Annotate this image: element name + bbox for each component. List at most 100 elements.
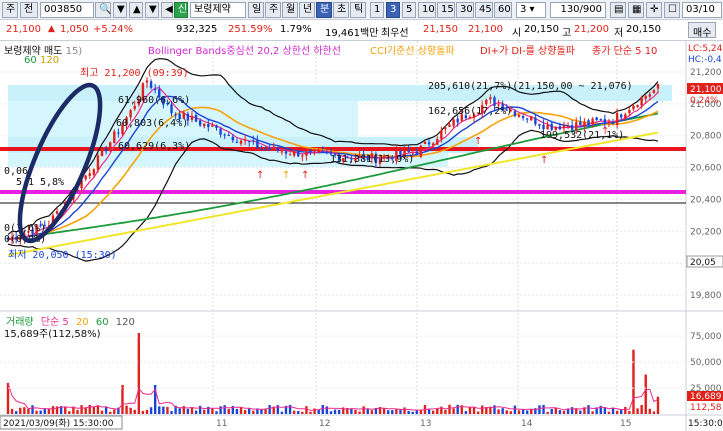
candle-body (448, 124, 451, 127)
candle-body (636, 105, 639, 107)
expand-down-icon[interactable]: ▼ (113, 2, 127, 18)
volume-bar (186, 408, 190, 414)
candle-body (542, 124, 545, 130)
hc-label: HC:-0,4 (688, 55, 722, 65)
cursor-icon[interactable]: ✛ (646, 2, 662, 18)
interval-5[interactable]: 5 (402, 2, 416, 18)
volume-bar (235, 408, 239, 414)
grid-icon[interactable]: ▦ (628, 2, 644, 18)
profile-label: 162,656(17,2%) (428, 106, 512, 117)
candle-body (231, 136, 235, 141)
stock-name-field[interactable]: 보령제약 (190, 2, 246, 18)
settings-icon[interactable]: ▤ (610, 2, 626, 18)
volume-bar (125, 405, 128, 414)
chevron-down-icon[interactable]: ▼ (145, 2, 159, 18)
open-label: 시 (512, 28, 522, 39)
candle-body (550, 123, 553, 130)
period-day[interactable]: 일 (248, 2, 264, 18)
profile-label: 60,629(6,3%) (118, 141, 190, 152)
day-tick-label: 12 (319, 419, 330, 429)
volume-bar (39, 410, 42, 414)
volume-bar (624, 406, 627, 414)
candle-body (129, 110, 132, 118)
current-price: 21,100 (6, 24, 41, 35)
volume-bar (92, 407, 96, 414)
volume-bar (362, 406, 365, 414)
interval-60[interactable]: 60 (494, 2, 512, 18)
item-type-dropdown[interactable]: 주 (2, 2, 18, 18)
volume-bar (292, 410, 296, 414)
period-second[interactable]: 초 (333, 2, 349, 18)
volume-bar (493, 405, 496, 414)
day-tick-label: 11 (216, 419, 227, 429)
chevron-left-icon[interactable]: ◀ (161, 2, 173, 18)
volume-bar (211, 408, 214, 414)
candle-body (611, 123, 615, 125)
period-week[interactable]: 주 (265, 2, 281, 18)
volume-bar (620, 410, 623, 414)
item-prev-button[interactable]: 전 (20, 2, 38, 18)
candle-body (104, 148, 108, 152)
candle-body (456, 118, 459, 123)
buy-button[interactable]: 매수 (688, 22, 717, 39)
candle-body (149, 81, 153, 88)
volume-bar (223, 405, 226, 414)
chart-toolbar: 주 전 003850 🔍 ▼ ▲ ▼ ◀ 신 보령제약 일 주 월 년 분 초 … (0, 0, 723, 20)
volume-bar (386, 410, 390, 414)
candle-body (575, 122, 578, 130)
volume-bar (88, 404, 91, 414)
volume-bar (436, 408, 439, 414)
data-count-field[interactable]: 130/900 (550, 2, 606, 18)
volume-bar (652, 411, 656, 414)
checkbox-icon[interactable]: ☐ (664, 2, 680, 18)
candle-body (513, 111, 517, 116)
volume-bar (288, 404, 292, 414)
date-input[interactable]: 03/10 (682, 2, 722, 18)
interval-15[interactable]: 15 (437, 2, 455, 18)
up-arrow-icon: ▲ (48, 24, 55, 34)
stock-code-input[interactable]: 003850 (40, 2, 94, 18)
candle-body (84, 175, 87, 180)
price-tick-label: 19,800 (690, 291, 722, 301)
chevron-up-icon[interactable]: ▲ (129, 2, 143, 18)
candle-body (570, 125, 574, 130)
candle-body (427, 142, 431, 145)
legend-bollinger: Bollinger Bands중심선 20,2 상한선 하한선 (148, 46, 341, 57)
volume-bar (243, 410, 247, 414)
interval-select[interactable]: 3 ▾ (516, 2, 546, 18)
volume-bar (158, 406, 161, 414)
volume-bar (113, 409, 116, 414)
volume-bar (190, 407, 194, 414)
candle-body (247, 140, 251, 142)
period-minute[interactable]: 분 (316, 2, 332, 18)
candle-body (615, 112, 619, 125)
candle-body (321, 151, 324, 153)
candle-body (407, 150, 410, 153)
volume-bar (570, 407, 574, 414)
period-year[interactable]: 년 (299, 2, 315, 18)
search-icon[interactable]: 🔍 (95, 2, 111, 18)
period-month[interactable]: 월 (282, 2, 298, 18)
trade-amount: 19,461백만 (325, 28, 379, 39)
buy-signal-icon: ↑ (540, 155, 548, 166)
interval-10[interactable]: 10 (418, 2, 436, 18)
interval-30[interactable]: 30 (456, 2, 474, 18)
open-price: 20,150 (524, 24, 559, 35)
interval-3[interactable]: 3 (386, 2, 400, 18)
volume-bar (370, 410, 374, 414)
candle-body (648, 94, 652, 97)
legend-ma-simple: 종가 단순 5 10 (592, 46, 658, 57)
volume-bar (47, 408, 51, 414)
candle-body (587, 120, 590, 125)
volume-bar (64, 406, 67, 414)
volume-bar (464, 411, 468, 414)
volume-bar (305, 406, 308, 414)
volume-tick-label: 75,000 (690, 332, 722, 342)
cursor-time-label: 2021/03/09(화) 15:30:00 (3, 418, 114, 429)
stock-chart[interactable]: ↑ ↑ ↑ ↑ ↑ ↑ 최고 21,200 (09:39) 61,960(6,6… (0, 41, 723, 431)
volume-bar (215, 411, 218, 414)
candle-body (88, 173, 91, 176)
period-tick[interactable]: 틱 (350, 2, 366, 18)
interval-45[interactable]: 45 (475, 2, 493, 18)
interval-1[interactable]: 1 (370, 2, 384, 18)
